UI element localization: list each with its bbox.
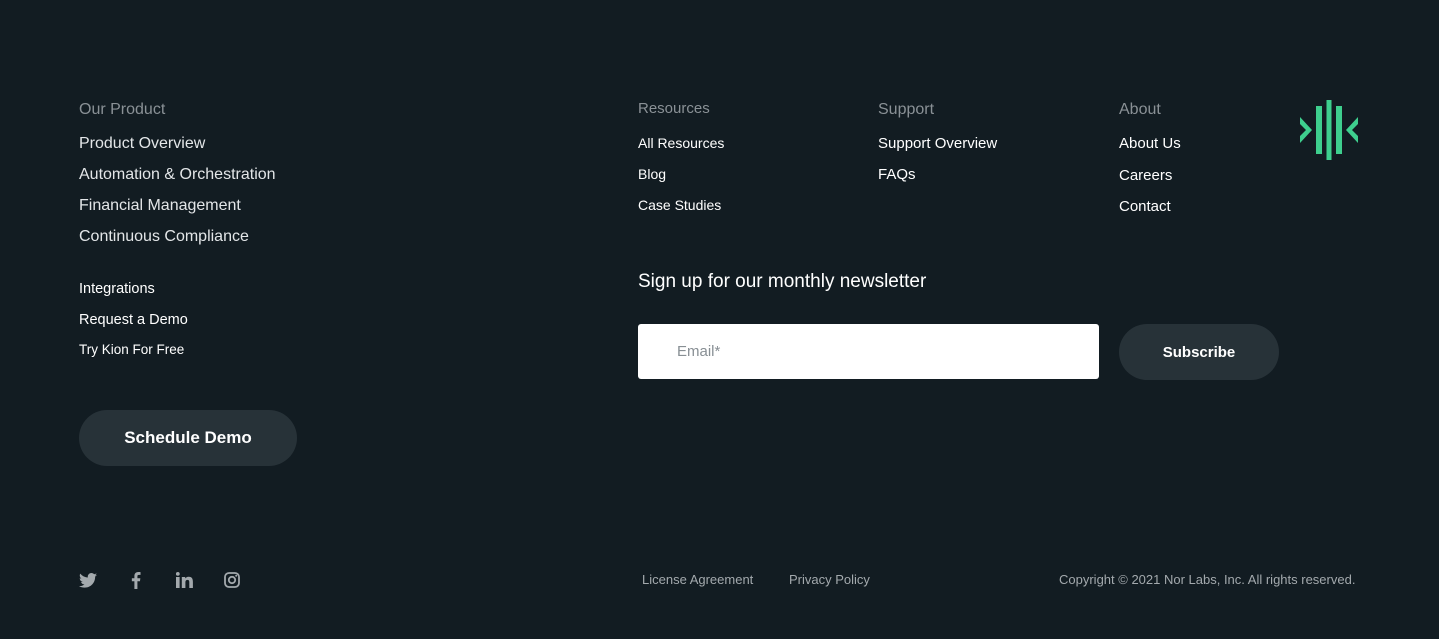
about-heading: About	[1119, 101, 1161, 118]
license-agreement-link[interactable]: License Agreement	[642, 572, 753, 587]
schedule-demo-button[interactable]: Schedule Demo	[79, 410, 297, 466]
automation-orchestration-link[interactable]: Automation & Orchestration	[79, 166, 276, 184]
facebook-icon[interactable]	[126, 570, 146, 590]
integrations-link[interactable]: Integrations	[79, 281, 155, 297]
case-studies-link[interactable]: Case Studies	[638, 197, 721, 213]
all-resources-link[interactable]: All Resources	[638, 135, 724, 151]
continuous-compliance-link[interactable]: Continuous Compliance	[79, 228, 249, 246]
our-product-heading: Our Product	[79, 101, 166, 118]
kion-logo-icon[interactable]	[1298, 99, 1360, 161]
try-kion-free-link[interactable]: Try Kion For Free	[79, 342, 184, 357]
linkedin-icon[interactable]	[174, 570, 194, 590]
instagram-icon[interactable]	[222, 570, 242, 590]
contact-link[interactable]: Contact	[1119, 198, 1171, 215]
financial-management-link[interactable]: Financial Management	[79, 197, 241, 215]
email-field[interactable]	[638, 324, 1099, 379]
subscribe-button[interactable]: Subscribe	[1119, 324, 1279, 380]
support-heading: Support	[878, 101, 935, 118]
copyright-text: Copyright © 2021 Nor Labs, Inc. All righ…	[1059, 572, 1356, 587]
request-demo-link[interactable]: Request a Demo	[79, 312, 188, 328]
about-us-link[interactable]: About Us	[1119, 135, 1181, 152]
resources-heading: Resources	[638, 100, 710, 117]
support-overview-link[interactable]: Support Overview	[878, 135, 997, 152]
newsletter-title: Sign up for our monthly newsletter	[638, 271, 927, 292]
blog-link[interactable]: Blog	[638, 166, 666, 182]
faqs-link[interactable]: FAQs	[878, 166, 916, 183]
careers-link[interactable]: Careers	[1119, 167, 1172, 184]
privacy-policy-link[interactable]: Privacy Policy	[789, 572, 870, 587]
product-overview-link[interactable]: Product Overview	[79, 135, 205, 153]
twitter-icon[interactable]	[78, 570, 98, 590]
